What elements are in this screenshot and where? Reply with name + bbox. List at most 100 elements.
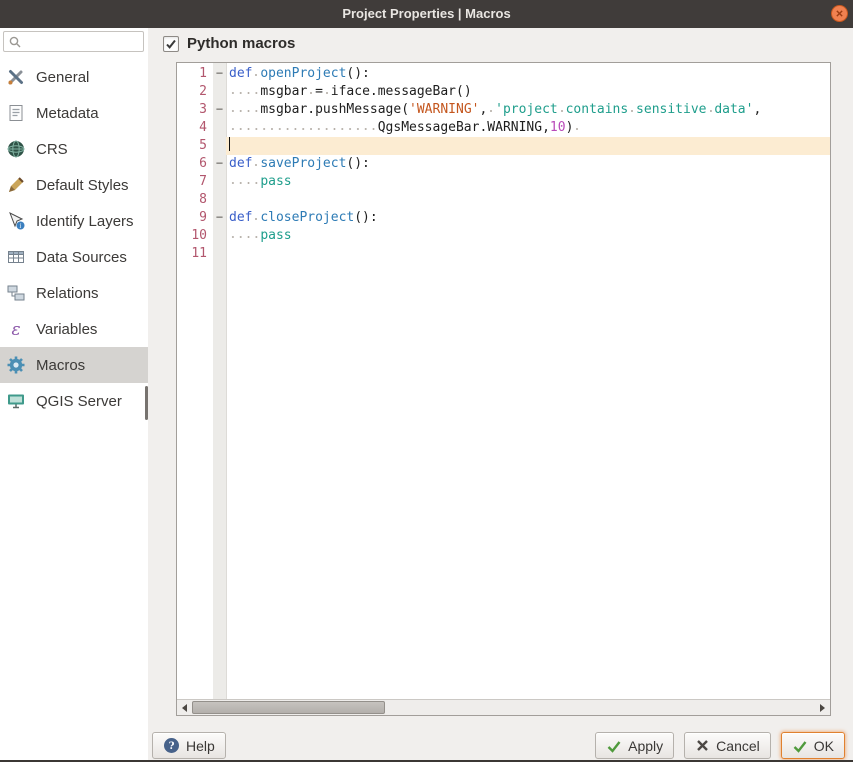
fold-margin: [213, 191, 226, 209]
checkmark-icon: [166, 39, 176, 49]
line-number[interactable]: 6: [177, 155, 213, 173]
line-number[interactable]: 4: [177, 119, 213, 137]
line-number[interactable]: 10: [177, 227, 213, 245]
line-number[interactable]: 3: [177, 101, 213, 119]
line-number[interactable]: 5: [177, 137, 213, 155]
close-button[interactable]: [831, 5, 848, 22]
sidebar-item-data-sources[interactable]: Data Sources: [0, 239, 148, 275]
svg-text:i: i: [20, 223, 22, 230]
left-arrow-icon: [182, 703, 187, 712]
sidebar-item-label: QGIS Server: [36, 392, 122, 410]
general-icon: [5, 66, 27, 88]
code-text: [226, 137, 830, 155]
editor-line-3[interactable]: 3− msgbar.pushMessage('WARNING', 'projec…: [177, 101, 830, 119]
code-text: QgsMessageBar.WARNING,10): [226, 119, 830, 137]
python-macros-checkbox[interactable]: [163, 35, 179, 52]
line-number[interactable]: 11: [177, 245, 213, 263]
ok-check-icon: [793, 740, 807, 753]
apply-button-label: Apply: [628, 737, 664, 754]
sidebar-item-default-styles[interactable]: Default Styles: [0, 167, 148, 203]
line-number[interactable]: 8: [177, 191, 213, 209]
line-number[interactable]: 7: [177, 173, 213, 191]
sidebar-item-label: Default Styles: [36, 176, 129, 194]
code-text: msgbar = iface.messageBar(): [226, 83, 830, 101]
sidebar-item-general[interactable]: General: [0, 59, 148, 95]
dialog-button-box: Apply Cancel OK: [595, 732, 845, 759]
scroll-right-button[interactable]: [815, 700, 830, 715]
search-icon: [9, 36, 21, 47]
sidebar-item-variables[interactable]: ε Variables: [0, 311, 148, 347]
editor-line-2[interactable]: 2 msgbar = iface.messageBar(): [177, 83, 830, 101]
editor-line-9[interactable]: 9− def closeProject():: [177, 209, 830, 227]
sidebar-item-qgis-server[interactable]: QGIS Server: [0, 383, 148, 419]
sidebar: General Metadata CRS Default Styles i Identif…: [0, 28, 148, 760]
sidebar-item-metadata[interactable]: Metadata: [0, 95, 148, 131]
code-text: pass: [226, 227, 830, 245]
line-number[interactable]: 2: [177, 83, 213, 101]
code-text: msgbar.pushMessage('WARNING', 'project c…: [226, 101, 830, 119]
fold-marker-icon[interactable]: −: [213, 65, 226, 83]
editor-line-1[interactable]: 1− def openProject():: [177, 65, 830, 83]
sidebar-item-label: Data Sources: [36, 248, 127, 266]
window-title: Project Properties | Macros: [342, 6, 511, 21]
code-text: def openProject():: [229, 66, 370, 81]
titlebar[interactable]: Project Properties | Macros: [0, 0, 853, 28]
fold-marker-icon[interactable]: −: [213, 155, 226, 173]
fold-marker-icon[interactable]: −: [213, 209, 226, 227]
identify-icon: i: [5, 210, 27, 232]
help-icon: ?: [164, 738, 179, 753]
ok-button[interactable]: OK: [780, 732, 845, 759]
editor-line-11[interactable]: 11: [177, 245, 830, 263]
help-button[interactable]: ? Help: [152, 732, 226, 759]
editor-line-8[interactable]: 8: [177, 191, 830, 209]
styles-icon: [5, 174, 27, 196]
sidebar-item-label: Variables: [36, 320, 98, 338]
apply-check-icon: [607, 740, 621, 753]
close-icon: [836, 10, 843, 17]
sidebar-item-label: CRS: [36, 140, 68, 158]
line-number[interactable]: 9: [177, 209, 213, 227]
fold-marker-icon[interactable]: −: [213, 101, 226, 119]
fold-margin: [213, 173, 226, 191]
sidebar-item-label: Identify Layers: [36, 212, 134, 230]
apply-button[interactable]: Apply: [595, 732, 675, 759]
sidebar-item-relations[interactable]: Relations: [0, 275, 148, 311]
code-text: def closeProject():: [229, 210, 378, 225]
editor-line-7[interactable]: 7 pass: [177, 173, 830, 191]
svg-text:ε: ε: [11, 320, 20, 339]
line-number[interactable]: 1: [177, 65, 213, 83]
text-cursor: [229, 137, 230, 151]
sidebar-search[interactable]: [3, 31, 144, 52]
sidebar-scrollbar[interactable]: [145, 386, 148, 420]
cancel-button[interactable]: Cancel: [684, 732, 771, 759]
scroll-left-button[interactable]: [177, 700, 192, 715]
sidebar-item-label: Metadata: [36, 104, 99, 122]
metadata-icon: [5, 102, 27, 124]
code-text: pass: [226, 173, 830, 191]
code-editor[interactable]: 1− def openProject(): 2 msgbar = iface.mes…: [176, 62, 831, 716]
fold-margin: [213, 227, 226, 245]
fold-margin: [213, 83, 226, 101]
help-button-label: Help: [186, 737, 215, 754]
sidebar-nav: General Metadata CRS Default Styles i Identif…: [0, 59, 148, 419]
editor-line-5[interactable]: 5: [177, 137, 830, 155]
editor-line-6[interactable]: 6− def saveProject():: [177, 155, 830, 173]
crs-icon: [5, 138, 27, 160]
scrollbar-thumb[interactable]: [192, 701, 385, 714]
cancel-button-label: Cancel: [716, 737, 760, 754]
svg-text:?: ?: [169, 741, 175, 752]
editor-lines[interactable]: 1− def openProject(): 2 msgbar = iface.mes…: [177, 63, 830, 699]
editor-line-10[interactable]: 10 pass: [177, 227, 830, 245]
fold-margin: [213, 245, 226, 263]
sidebar-item-identify-layers[interactable]: i Identify Layers: [0, 203, 148, 239]
sidebar-item-crs[interactable]: CRS: [0, 131, 148, 167]
fold-margin: [213, 119, 226, 137]
sidebar-item-macros[interactable]: Macros: [0, 347, 148, 383]
search-input[interactable]: [26, 33, 139, 50]
code-text: def saveProject():: [229, 156, 370, 171]
sidebar-item-label: General: [36, 68, 90, 86]
editor-line-4[interactable]: 4 QgsMessageBar.WARNING,10): [177, 119, 830, 137]
horizontal-scrollbar[interactable]: [177, 699, 830, 715]
cancel-x-icon: [697, 740, 709, 751]
